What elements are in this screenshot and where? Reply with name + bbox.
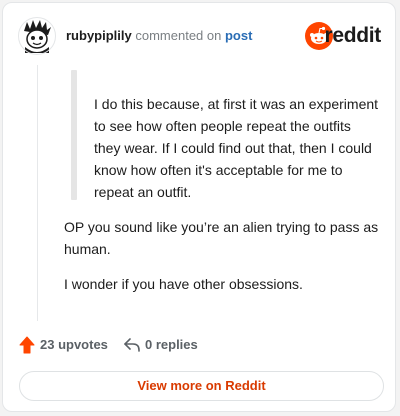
reply-arrow-icon[interactable] [123,337,141,353]
thread-line [37,65,38,321]
comment-actions: 23 upvotes 0 replies [19,334,379,356]
comment-paragraph: OP you sound like you’re an alien trying… [64,219,379,257]
attribution-verb: commented on [135,28,222,43]
embedded-comment-card: rubypiplily commented on post reddit I d… [2,2,396,412]
comment-attribution: rubypiplily commented on post [66,27,252,45]
snoo-avatar-icon [18,17,56,55]
upvote-count: 23 upvotes [40,337,108,352]
quote-bar [71,70,77,200]
reply-count[interactable]: 0 replies [145,337,198,352]
avatar[interactable] [18,17,56,55]
upvote-arrow-icon[interactable] [19,336,35,354]
reddit-wordmark: reddit [324,24,381,47]
username-link[interactable]: rubypiplily [66,28,132,43]
view-more-button[interactable]: View more on Reddit [19,371,384,401]
comment-paragraph: I wonder if you have other obsessions. [64,276,303,292]
quoted-text: I do this because, at first it was an ex… [94,96,379,200]
comment-header: rubypiplily commented on post reddit [18,17,381,55]
post-link[interactable]: post [225,28,252,43]
